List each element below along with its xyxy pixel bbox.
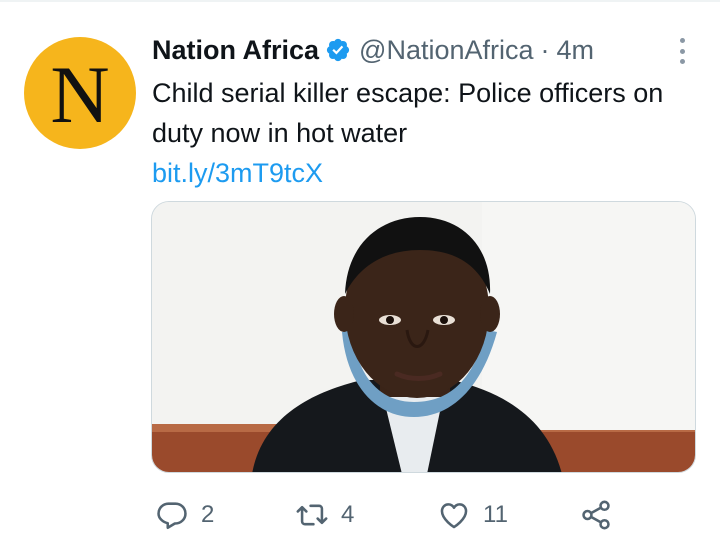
- tweet-text: Child serial killer escape: Police offic…: [152, 78, 664, 148]
- photo-illustration: [152, 202, 695, 472]
- reply-button[interactable]: 2: [155, 495, 214, 535]
- handle[interactable]: @NationAfrica: [359, 35, 533, 66]
- like-button[interactable]: 11: [437, 495, 508, 535]
- retweet-icon: [296, 504, 328, 526]
- like-count: 11: [483, 501, 508, 528]
- reply-icon: [157, 502, 187, 530]
- verified-badge-icon: [326, 38, 350, 62]
- timestamp[interactable]: 4m: [557, 35, 595, 66]
- retweet-count: 4: [341, 501, 355, 528]
- separator-dot: ·: [540, 34, 550, 65]
- display-name[interactable]: Nation Africa: [152, 35, 319, 66]
- more-vertical-icon[interactable]: [670, 36, 694, 66]
- share-icon: [582, 500, 610, 530]
- heart-icon: [440, 503, 468, 529]
- reply-count: 2: [201, 501, 215, 528]
- tweet-link[interactable]: bit.ly/3mT9tcX: [152, 153, 323, 193]
- top-divider: [0, 0, 720, 2]
- tweet-header: Nation Africa @NationAfrica · 4m: [152, 30, 594, 70]
- avatar-logo-letter: N: [50, 49, 110, 140]
- tweet-actions-bar: 2 4 11: [155, 495, 675, 535]
- share-button[interactable]: [579, 495, 613, 535]
- avatar[interactable]: N: [24, 37, 136, 149]
- tweet-media-photo[interactable]: [151, 201, 696, 473]
- retweet-button[interactable]: 4: [295, 495, 354, 535]
